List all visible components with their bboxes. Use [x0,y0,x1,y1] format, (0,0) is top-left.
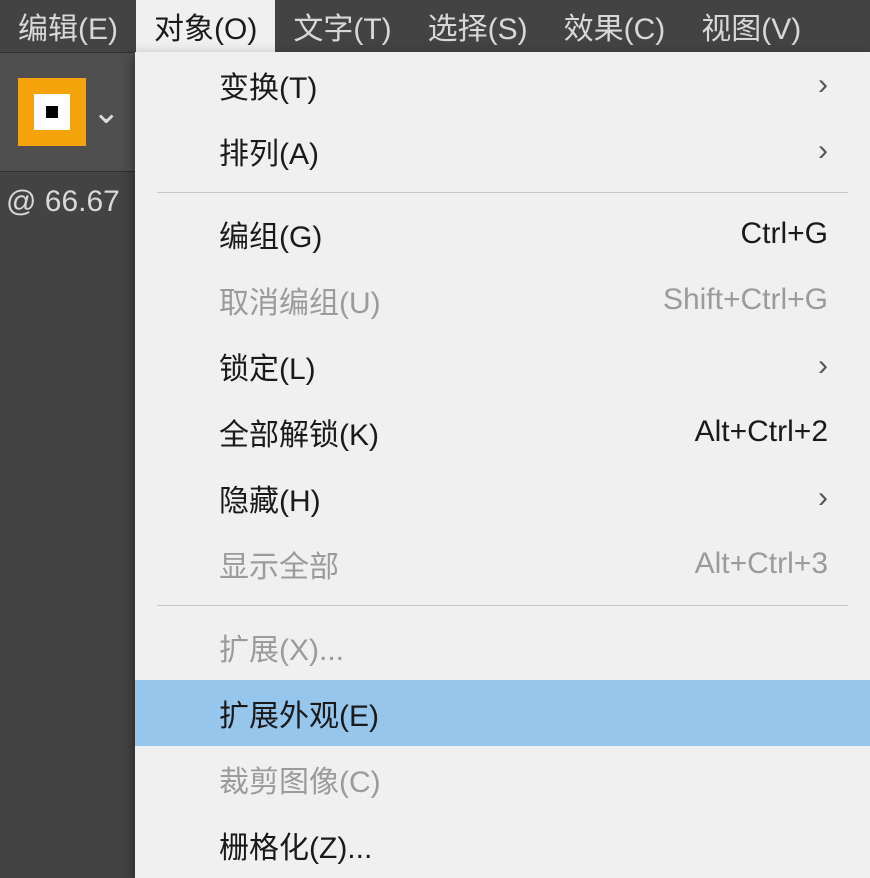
menu-type[interactable]: 文字(T) [275,0,409,52]
menu-edit-label: 编辑(E) [18,4,118,48]
menu-item-crop-image: 裁剪图像(C) [135,746,870,812]
menu-item-transform[interactable]: 变换(T) › [135,52,870,118]
chevron-right-icon: › [818,68,828,102]
menu-item-expand: 扩展(X)... [135,614,870,680]
fill-swatch-inner [34,94,70,130]
menu-item-arrange[interactable]: 排列(A) › [135,118,870,184]
chevron-down-icon: ⌄ [92,93,121,131]
menu-item-hide[interactable]: 隐藏(H) › [135,465,870,531]
menu-object[interactable]: 对象(O) [136,0,275,52]
menu-item-crop-image-label: 裁剪图像(C) [219,757,381,801]
menu-item-hide-label: 隐藏(H) [219,476,321,520]
menu-select-label: 选择(S) [428,4,528,48]
menu-effect-label: 效果(C) [564,4,666,48]
menu-item-group[interactable]: 编组(G) Ctrl+G [135,201,870,267]
menubar: 编辑(E) 对象(O) 文字(T) 选择(S) 效果(C) 视图(V) [0,0,870,52]
menu-item-expand-label: 扩展(X)... [219,625,344,669]
chevron-right-icon: › [818,349,828,383]
chevron-right-icon: › [818,134,828,168]
fill-swatch-dot-icon [46,106,58,118]
menu-separator [157,192,848,193]
menu-object-label: 对象(O) [154,4,257,48]
menu-select[interactable]: 选择(S) [410,0,546,52]
menu-item-group-label: 编组(G) [219,212,322,256]
menu-item-unlock-all[interactable]: 全部解锁(K) Alt+Ctrl+2 [135,399,870,465]
zoom-level-label: @ 66.67 [6,185,120,219]
menu-item-ungroup-shortcut: Shift+Ctrl+G [663,283,828,317]
fill-swatch-dropdown[interactable]: ⌄ [92,92,121,132]
object-menu-dropdown: 变换(T) › 排列(A) › 编组(G) Ctrl+G 取消编组(U) Shi… [135,52,870,878]
menu-item-rasterize[interactable]: 栅格化(Z)... [135,812,870,878]
menu-item-unlock-all-shortcut: Alt+Ctrl+2 [695,415,828,449]
menu-item-transform-label: 变换(T) [219,63,317,107]
menu-item-show-all-shortcut: Alt+Ctrl+3 [695,547,828,581]
menu-item-arrange-label: 排列(A) [219,129,319,173]
menu-item-group-shortcut: Ctrl+G [740,217,828,251]
fill-swatch[interactable] [18,78,86,146]
menu-edit[interactable]: 编辑(E) [0,0,136,52]
menu-item-unlock-all-label: 全部解锁(K) [219,410,379,454]
chevron-right-icon: › [818,481,828,515]
menu-item-show-all-label: 显示全部 [219,542,339,586]
menu-item-show-all: 显示全部 Alt+Ctrl+3 [135,531,870,597]
menu-item-lock-label: 锁定(L) [219,344,316,388]
menu-separator [157,605,848,606]
menu-item-rasterize-label: 栅格化(Z)... [219,823,372,867]
menu-view[interactable]: 视图(V) [683,0,819,52]
menu-type-label: 文字(T) [293,4,391,48]
menu-item-ungroup: 取消编组(U) Shift+Ctrl+G [135,267,870,333]
menu-item-lock[interactable]: 锁定(L) › [135,333,870,399]
menu-item-expand-appearance-label: 扩展外观(E) [219,691,379,735]
menu-item-expand-appearance[interactable]: 扩展外观(E) [135,680,870,746]
menu-effect[interactable]: 效果(C) [546,0,684,52]
menu-item-ungroup-label: 取消编组(U) [219,278,381,322]
menu-view-label: 视图(V) [701,4,801,48]
